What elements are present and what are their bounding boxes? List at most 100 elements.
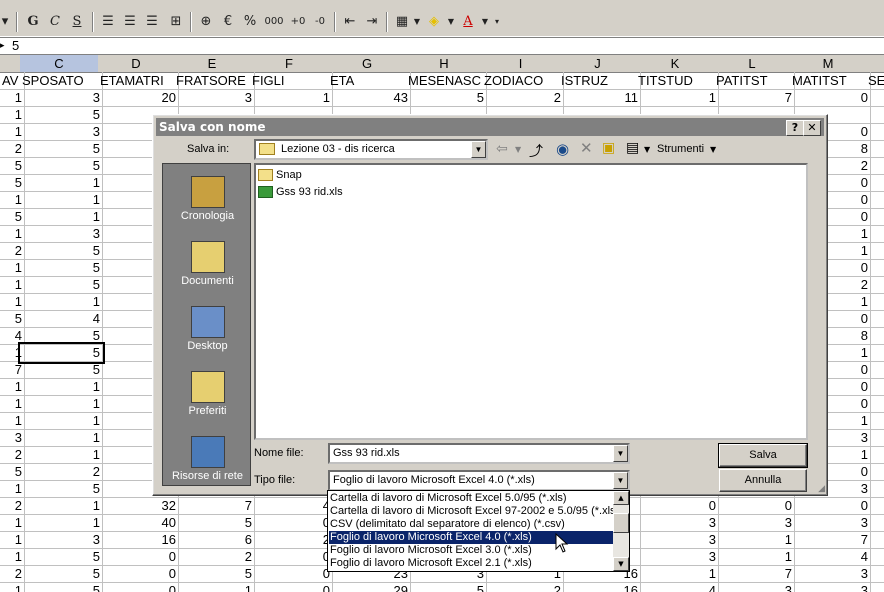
table-cell[interactable]: 1 xyxy=(20,514,103,532)
table-cell[interactable] xyxy=(866,531,884,549)
table-cell[interactable]: 32 xyxy=(98,497,179,515)
table-cell[interactable]: 1 xyxy=(250,89,333,107)
align-center-icon[interactable]: ☰ xyxy=(120,11,140,33)
table-cell[interactable]: 1 xyxy=(714,548,795,566)
table-cell[interactable]: 5 xyxy=(406,582,487,592)
new-folder-icon[interactable]: ▣ xyxy=(602,140,615,156)
italic-button[interactable]: C xyxy=(46,11,64,33)
table-cell[interactable]: 1 xyxy=(20,429,103,447)
table-cell[interactable]: 3 xyxy=(20,225,103,243)
help-button[interactable]: ? xyxy=(786,120,804,136)
column-header-F[interactable]: F xyxy=(250,55,329,73)
column-header-M[interactable]: M xyxy=(790,55,867,73)
header-cell[interactable]: MATITST xyxy=(790,72,871,90)
file-list[interactable]: Snap Gss 93 rid.xls xyxy=(254,163,808,440)
table-cell[interactable] xyxy=(866,106,884,124)
table-cell[interactable]: 1 xyxy=(20,412,103,430)
table-cell[interactable]: 3 xyxy=(174,89,255,107)
table-cell[interactable]: 5 xyxy=(174,565,255,583)
formula-value[interactable]: 5 xyxy=(12,38,19,54)
column-header-C[interactable]: C xyxy=(20,55,99,73)
percent-button[interactable]: % xyxy=(240,11,260,33)
header-cell[interactable]: TITSTUD xyxy=(636,72,719,90)
filename-input[interactable]: Gss 93 rid.xls ▼ xyxy=(328,443,630,464)
currency-icon[interactable]: ⊕ xyxy=(196,11,216,33)
table-cell[interactable]: 4 xyxy=(250,497,333,515)
table-cell[interactable]: 0 xyxy=(250,582,333,592)
table-cell[interactable]: 0 xyxy=(790,497,871,515)
table-cell[interactable]: 5 xyxy=(20,565,103,583)
views-dropdown-icon[interactable]: ▼ xyxy=(644,145,650,154)
table-cell[interactable]: 1 xyxy=(20,446,103,464)
table-cell[interactable]: 16 xyxy=(559,582,641,592)
table-cell[interactable]: 4 xyxy=(636,582,719,592)
table-cell[interactable]: 1 xyxy=(20,378,103,396)
places-item-desktop[interactable]: Desktop xyxy=(163,300,252,364)
table-cell[interactable]: 11 xyxy=(559,89,641,107)
table-cell[interactable]: 40 xyxy=(98,514,179,532)
table-cell[interactable]: 1 xyxy=(636,89,719,107)
decrease-indent-icon[interactable]: ⇤ xyxy=(340,11,360,33)
table-cell[interactable]: 0 xyxy=(250,548,333,566)
table-cell[interactable] xyxy=(866,446,884,464)
places-item-history[interactable]: Cronologia xyxy=(163,170,252,234)
table-cell[interactable]: 7 xyxy=(714,89,795,107)
align-right-icon[interactable]: ☰ xyxy=(142,11,162,33)
table-cell[interactable]: 3 xyxy=(790,514,871,532)
save-button[interactable]: Salva xyxy=(718,443,808,468)
table-cell[interactable]: 5 xyxy=(20,548,103,566)
table-cell[interactable]: 1 xyxy=(20,395,103,413)
table-cell[interactable]: 5 xyxy=(20,140,103,158)
cancel-button[interactable]: Annulla xyxy=(719,469,807,492)
toolbar-options-icon[interactable]: ▾ xyxy=(492,11,502,33)
table-cell[interactable]: 43 xyxy=(328,89,411,107)
table-cell[interactable]: 3 xyxy=(714,582,795,592)
borders-icon[interactable]: ▦ xyxy=(392,11,412,33)
table-cell[interactable]: 2 xyxy=(250,531,333,549)
filetype-option[interactable]: Cartella di lavoro di Microsoft Excel 5.… xyxy=(329,492,614,505)
column-header-edge[interactable] xyxy=(0,55,21,73)
table-cell[interactable]: 5 xyxy=(20,582,103,592)
table-cell[interactable]: 0 xyxy=(98,582,179,592)
table-cell[interactable]: 5 xyxy=(20,259,103,277)
font-color-icon[interactable]: A xyxy=(458,11,478,33)
places-item-network[interactable]: Risorse di rete xyxy=(163,430,252,494)
column-header-E[interactable]: E xyxy=(174,55,251,73)
underline-button[interactable]: S xyxy=(68,11,86,33)
file-list-item[interactable]: Snap xyxy=(258,167,302,183)
column-header-G[interactable]: G xyxy=(328,55,407,73)
table-cell[interactable]: 1 xyxy=(714,531,795,549)
namebox-dropdown-icon[interactable]: ▸ xyxy=(0,38,8,54)
table-cell[interactable]: 3 xyxy=(20,123,103,141)
column-header-I[interactable]: I xyxy=(482,55,560,73)
header-cell[interactable]: FRATSORE xyxy=(174,72,255,90)
table-cell[interactable]: 5 xyxy=(20,106,103,124)
header-cell[interactable]: ISTRUZ xyxy=(559,72,641,90)
table-cell[interactable]: 0 xyxy=(790,89,871,107)
table-cell[interactable]: 5 xyxy=(20,157,103,175)
table-cell[interactable] xyxy=(866,344,884,362)
table-cell[interactable] xyxy=(866,259,884,277)
table-cell[interactable]: 4 xyxy=(790,548,871,566)
table-cell[interactable] xyxy=(866,140,884,158)
filetype-dropdown-list[interactable]: Cartella di lavoro di Microsoft Excel 5.… xyxy=(327,490,630,572)
tools-dropdown-icon[interactable]: ▼ xyxy=(710,145,716,154)
table-cell[interactable] xyxy=(866,208,884,226)
filetype-option[interactable]: Foglio di lavoro Microsoft Excel 3.0 (*.… xyxy=(329,544,614,557)
header-cell[interactable]: ZODIACO xyxy=(482,72,564,90)
table-cell[interactable] xyxy=(866,548,884,566)
table-cell[interactable]: 0 xyxy=(250,514,333,532)
table-cell[interactable]: 1 xyxy=(636,565,719,583)
table-cell[interactable]: 5 xyxy=(20,242,103,260)
header-cell[interactable]: FIGLI xyxy=(250,72,333,90)
table-cell[interactable] xyxy=(866,157,884,175)
table-cell[interactable]: 3 xyxy=(20,531,103,549)
table-cell[interactable]: 5 xyxy=(20,276,103,294)
header-cell[interactable]: SE xyxy=(866,72,884,90)
table-cell[interactable]: 1 xyxy=(20,497,103,515)
table-cell[interactable] xyxy=(866,378,884,396)
table-cell[interactable] xyxy=(866,225,884,243)
fill-color-dropdown-icon[interactable]: ▼ xyxy=(446,11,456,33)
table-cell[interactable] xyxy=(866,174,884,192)
table-cell[interactable]: 3 xyxy=(636,514,719,532)
